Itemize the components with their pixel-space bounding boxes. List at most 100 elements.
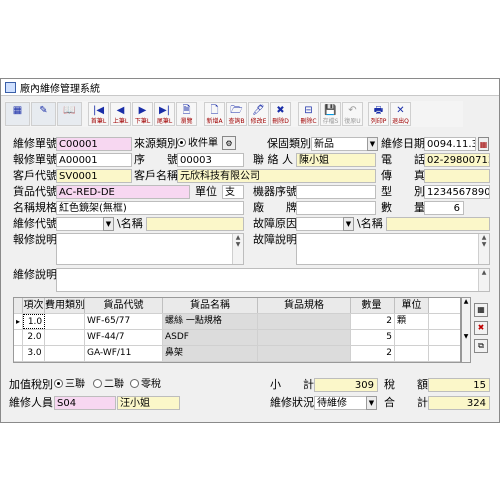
repair-name-field[interactable] <box>146 217 244 231</box>
notepad-button[interactable]: ✎ <box>31 102 56 126</box>
qty-field[interactable]: 6 <box>424 201 464 215</box>
delete-c-button[interactable]: ⊟ 刪除C <box>298 102 319 126</box>
undo-icon: ↶ <box>348 105 357 116</box>
calendar-icon[interactable]: ▦ <box>478 137 489 151</box>
cell-unit[interactable] <box>395 346 429 361</box>
serial-field[interactable] <box>296 185 376 199</box>
calculator-icon: ▦ <box>12 105 23 116</box>
repair-code-field[interactable] <box>56 217 104 231</box>
fault-field[interactable] <box>296 217 344 231</box>
staff-code-field[interactable]: S04 <box>54 396 116 410</box>
cell-fee[interactable] <box>45 330 85 345</box>
grid-table-icon[interactable]: ▦ <box>474 303 488 317</box>
maint-desc-area[interactable]: ▲ <box>56 268 490 292</box>
fault-desc-area[interactable]: ▲ ▼ <box>296 233 490 265</box>
scrollbar[interactable]: ▲ ▼ <box>478 234 489 264</box>
cell-no[interactable]: 3.0 <box>23 346 45 361</box>
cell-code[interactable]: WF-65/77 <box>85 314 163 329</box>
chevron-down-icon[interactable]: ▼ <box>366 396 377 410</box>
prev-record-button[interactable]: ◀ 上筆L <box>110 102 131 126</box>
add-icon: 🗋 <box>210 105 219 116</box>
save-button[interactable]: 💾 存檔S <box>320 102 341 126</box>
browse-button[interactable]: 🗎 瀏覽 <box>176 102 197 126</box>
cell-spec[interactable] <box>258 330 351 345</box>
next-icon: ▶ <box>138 105 147 116</box>
chevron-down-icon[interactable]: ▼ <box>343 217 354 231</box>
add-label: 新增A <box>206 118 223 125</box>
edit-button[interactable]: 🖊 修改E <box>248 102 269 126</box>
grid-delete-icon[interactable]: ✖ <box>474 321 488 335</box>
fault-name-label: \名稱 <box>357 217 383 230</box>
cell-unit[interactable] <box>395 330 429 345</box>
delete-button[interactable]: ✖ 刪除D <box>270 102 291 126</box>
cell-qty[interactable]: 2 <box>351 346 395 361</box>
scrollbar[interactable]: ▲ <box>478 269 489 291</box>
table-row[interactable]: ▸ 1.0 WF-65/77 螺絲 一點規格 2 顆 <box>14 314 460 330</box>
query-button[interactable]: 🗁 查詢B <box>226 102 247 126</box>
row-selector <box>14 330 23 345</box>
grid-copy-icon[interactable]: ⧉ <box>474 339 488 353</box>
source-lookup-icon[interactable]: ⚙ <box>222 136 236 150</box>
source-type-radio[interactable]: 收件單 <box>177 137 218 151</box>
cell-qty[interactable]: 2 <box>351 314 395 329</box>
cell-code[interactable]: GA-WF/11 <box>85 346 163 361</box>
chevron-down-icon[interactable]: ▼ <box>367 137 378 151</box>
contact-label: 聯 絡 人 <box>253 153 293 166</box>
repair-date-field[interactable]: 0094.11.30 <box>424 137 476 151</box>
status-select[interactable]: 待維修 <box>314 396 367 410</box>
customer-name-field[interactable]: 元欣科技有限公司 <box>177 169 376 183</box>
warranty-select[interactable]: 新品 <box>311 137 368 151</box>
cell-name[interactable]: ASDF <box>163 330 258 345</box>
cell-fee[interactable] <box>45 346 85 361</box>
cell-spec[interactable] <box>258 314 351 329</box>
tax-amount-label: 稅 額 <box>384 378 428 391</box>
contact-field[interactable]: 陳小姐 <box>296 153 376 167</box>
tax-option-2[interactable]: 二聯 <box>93 378 124 392</box>
cell-no[interactable]: 1.0 <box>23 314 45 329</box>
first-record-button[interactable]: |◀ 首筆L <box>88 102 109 126</box>
exit-button[interactable]: ✕ 退出Q <box>390 102 411 126</box>
scrollbar[interactable]: ▲ ▼ <box>232 234 243 264</box>
cell-code[interactable]: WF-44/7 <box>85 330 163 345</box>
cell-unit[interactable]: 顆 <box>395 314 429 329</box>
cell-name[interactable]: 鼻架 <box>163 346 258 361</box>
fax-label: 傳 真 <box>381 169 425 182</box>
phone-field[interactable]: 02-29800713 <box>424 153 490 167</box>
grid-scrollbar[interactable]: ▲ ▼ <box>461 297 471 363</box>
print-button[interactable]: 🖶 列印P <box>368 102 389 126</box>
undo-button[interactable]: ↶ 復原U <box>342 102 363 126</box>
cell-fee[interactable] <box>45 314 85 329</box>
seq-field[interactable]: 00003 <box>177 153 244 167</box>
cell-no[interactable]: 2.0 <box>23 330 45 345</box>
chevron-down-icon[interactable]: ▼ <box>103 217 114 231</box>
book-button[interactable]: 📖 <box>57 102 82 126</box>
cell-spec[interactable] <box>258 346 351 361</box>
fax-field[interactable] <box>424 169 490 183</box>
bill-no-field[interactable]: A00001 <box>56 153 132 167</box>
cell-name[interactable]: 螺絲 一點規格 <box>163 314 258 329</box>
add-button[interactable]: 🗋 新增A <box>204 102 225 126</box>
unit-field[interactable]: 支 <box>222 185 244 199</box>
tax-option-1[interactable]: 三聯 <box>54 378 85 392</box>
cell-qty[interactable]: 5 <box>351 330 395 345</box>
item-code-field[interactable]: AC-RED-DE <box>56 185 190 199</box>
repair-code-label: 維修代號 <box>13 217 57 230</box>
table-row[interactable]: 3.0 GA-WF/11 鼻架 2 <box>14 346 460 362</box>
repair-desc-area[interactable]: ▲ ▼ <box>56 233 244 265</box>
brand-field[interactable] <box>296 201 376 215</box>
repair-no-field[interactable]: C00001 <box>56 137 132 151</box>
fault-name-field[interactable] <box>386 217 490 231</box>
customer-code-field[interactable]: SV0001 <box>56 169 132 183</box>
next-record-button[interactable]: ▶ 下筆L <box>132 102 153 126</box>
table-row[interactable]: 2.0 WF-44/7 ASDF 5 <box>14 330 460 346</box>
tax-option-3[interactable]: 零稅 <box>130 378 161 392</box>
fault-desc-label: 故障說明 <box>253 233 297 246</box>
last-record-button[interactable]: ▶| 尾筆L <box>154 102 175 126</box>
item-name-field[interactable]: 紅色鏡架(無框) <box>56 201 244 215</box>
calculator-button[interactable]: ▦ <box>5 102 30 126</box>
brand-label: 廠 牌 <box>253 201 297 214</box>
model-field[interactable]: 12345678901( <box>424 185 490 199</box>
item-name-label: 名稱規格 <box>13 201 57 214</box>
last-label: 尾筆L <box>156 118 173 125</box>
source-type-value: 收件單 <box>188 138 218 149</box>
